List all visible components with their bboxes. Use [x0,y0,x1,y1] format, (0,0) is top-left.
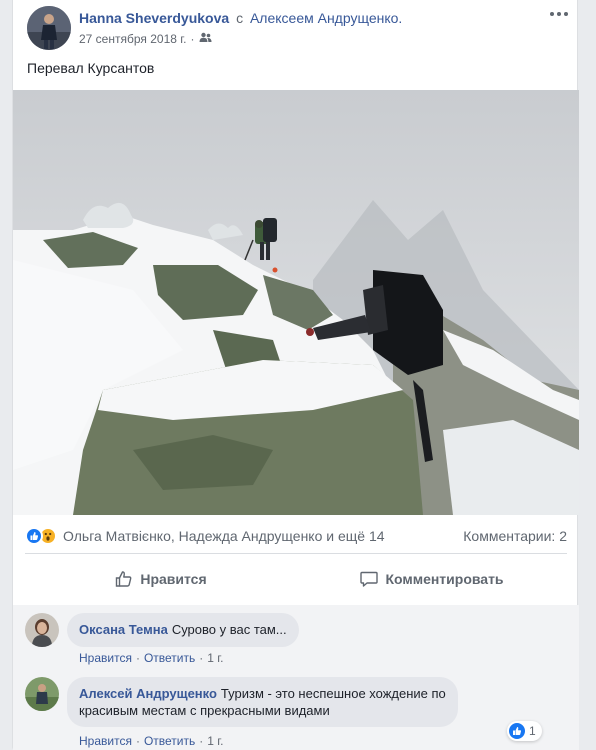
friends-icon[interactable] [199,32,212,46]
comment-author-link[interactable]: Оксана Темна [79,622,168,637]
divider [25,553,567,554]
comment-like-count: 1 [529,724,536,738]
comment-bubble: Оксана Темна Сурово у вас там... [67,613,299,647]
comment-text: Сурово у вас там... [171,622,287,637]
comments-section: Оксана Темна Сурово у вас там... Нравится… [13,605,579,750]
thumbs-up-icon [114,569,134,589]
comment-button-label: Комментировать [385,571,504,587]
author-line: Hanna Sheverdyukova с Алексеем Андрущенк… [79,10,402,26]
tagged-user-link[interactable]: Алексеем Андрущенко. [250,10,402,26]
like-reaction-icon [509,723,525,739]
with-text: с [236,10,244,26]
comment-meta: Нравится · Ответить · 1 г. [79,734,224,748]
post-meta: 27 сентября 2018 г. · [79,32,212,46]
comment-author-link[interactable]: Алексей Андрущенко [79,686,217,701]
comments-count-link[interactable]: Комментарии: 2 [463,528,567,544]
post-date-link[interactable]: 27 сентября 2018 г. [79,32,187,46]
action-bar: Нравится Комментировать [25,560,567,598]
meta-separator: · [190,32,195,46]
comment-reply-link[interactable]: Ответить [144,651,195,665]
comment-time-link[interactable]: 1 г. [207,651,223,665]
comment-time-link[interactable]: 1 г. [207,734,223,748]
comment-reply-link[interactable]: Ответить [144,734,195,748]
comment-text: красивым местам с прекрасными видами [79,703,330,718]
post-text: Перевал Курсантов [27,60,155,76]
comment-like-link[interactable]: Нравится [79,734,132,748]
comment-item: Оксана Темна Сурово у вас там... [25,613,299,647]
comment-button[interactable]: Комментировать [296,560,567,598]
like-button-label: Нравится [140,571,207,587]
more-horizontal-icon[interactable] [549,6,569,22]
reactors-summary-link[interactable]: Ольга Матвієнко, Надежда Андрущенко и ещ… [63,528,385,544]
meta-separator: · [135,734,140,748]
post-photo[interactable] [13,90,579,515]
meta-separator: · [135,651,140,665]
meta-separator: · [199,734,204,748]
comment-meta: Нравится · Ответить · 1 г. [79,651,224,665]
reactions-bar: Ольга Матвієнко, Надежда Андрущенко и ещ… [25,524,567,548]
comment-text: Туризм - это неспешное хождение по [220,686,446,701]
commenter-avatar[interactable] [25,677,59,711]
comment-item: Алексей Андрущенко Туризм - это неспешное… [25,677,458,727]
post-card: Hanna Sheverdyukova с Алексеем Андрущенк… [12,0,579,750]
author-avatar[interactable] [27,6,71,50]
author-name-link[interactable]: Hanna Sheverdyukova [79,10,229,26]
meta-separator: · [199,651,204,665]
comment-reactions-badge[interactable]: 1 [507,721,542,741]
comment-icon [359,569,379,589]
reaction-icons[interactable] [25,527,57,545]
comment-like-link[interactable]: Нравится [79,651,132,665]
like-button[interactable]: Нравится [25,560,296,598]
comment-bubble: Алексей Андрущенко Туризм - это неспешное… [67,677,458,727]
like-reaction-icon [25,527,43,545]
post-header: Hanna Sheverdyukova с Алексеем Андрущенк… [13,0,577,60]
commenter-avatar[interactable] [25,613,59,647]
